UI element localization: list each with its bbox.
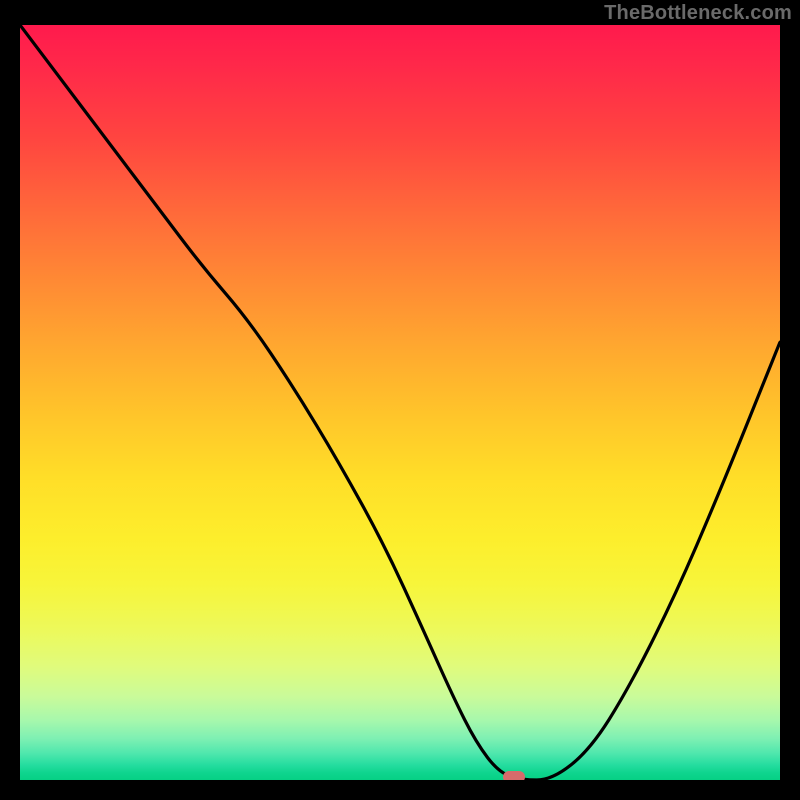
curve-path: [20, 25, 780, 780]
optimal-marker: [503, 771, 525, 780]
bottleneck-curve: [20, 25, 780, 780]
chart-frame: TheBottleneck.com: [0, 0, 800, 800]
plot-area: [20, 25, 780, 780]
watermark-text: TheBottleneck.com: [604, 2, 792, 25]
